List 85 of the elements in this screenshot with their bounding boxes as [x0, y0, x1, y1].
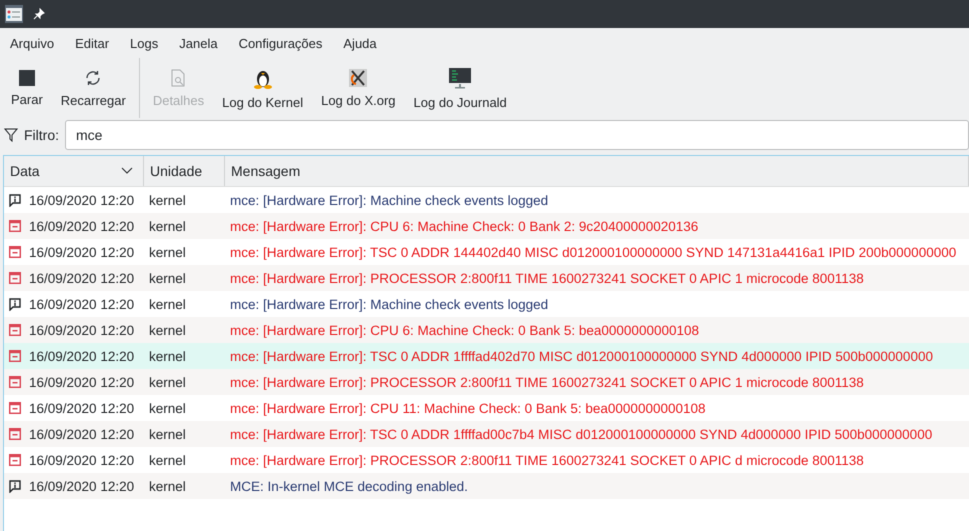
message-cell: mce: [Hardware Error]: PROCESSOR 2:800f11 TIME 1600273241 SOCKET 0 APIC 1 microcode 8001138: [230, 270, 864, 286]
filter-label: Filtro:: [24, 127, 59, 143]
message-cell: mce: [Hardware Error]: TSC 0 ADDR 1ffffad00c7b4 MISC d012000100000000 SYND 4d000000 IPID 500b000000000: [230, 426, 932, 442]
reload-icon: [84, 68, 102, 86]
error-icon: [9, 220, 21, 232]
toolbar-button[interactable]: Parar: [4, 58, 50, 118]
date-cell: 16/09/2020 12:20: [29, 374, 134, 390]
log-row[interactable]: 16/09/2020 12:20 kernel mce: [Hardware Error]: Machine check events logged: [4, 187, 969, 213]
message-cell: mce: [Hardware Error]: CPU 11: Machine Check: 0 Bank 5: bea0000000000108: [230, 400, 706, 416]
info-icon: [9, 194, 21, 206]
date-cell: 16/09/2020 12:20: [29, 478, 134, 494]
stop-icon: [18, 70, 35, 86]
date-cell: 16/09/2020 12:20: [29, 192, 134, 208]
message-cell: mce: [Hardware Error]: CPU 6: Machine Check: 0 Bank 5: bea0000000000108: [230, 322, 700, 338]
unit-cell: kernel: [149, 322, 186, 338]
unit-cell: kernel: [149, 478, 186, 494]
filter-icon: [4, 128, 18, 142]
info-icon: [9, 298, 21, 310]
info-icon: [9, 480, 21, 492]
menu-item[interactable]: Janela: [173, 36, 224, 50]
error-icon: [9, 428, 21, 440]
unit-cell: kernel: [149, 270, 186, 286]
column-header[interactable]: Mensagem: [225, 156, 969, 186]
date-cell: 16/09/2020 12:20: [29, 244, 134, 260]
date-cell: 16/09/2020 12:20: [29, 348, 134, 364]
log-row[interactable]: 16/09/2020 12:20 kernel mce: [Hardware Error]: TSC 0 ADDR 1ffffad00c7b4 MISC d012000100000000 SYND 4d000000 IPID 500b000000000: [4, 421, 969, 447]
unit-cell: kernel: [149, 296, 186, 312]
unit-cell: kernel: [149, 400, 186, 416]
menu-item[interactable]: Ajuda: [337, 36, 383, 50]
log-row[interactable]: 16/09/2020 12:20 kernel mce: [Hardware Error]: CPU 6: Machine Check: 0 Bank 2: 9c20400000020136: [4, 213, 969, 239]
date-cell: 16/09/2020 12:20: [29, 218, 134, 234]
log-row[interactable]: 16/09/2020 12:20 kernel mce: [Hardware Error]: PROCESSOR 2:800f11 TIME 1600273241 SOCKET 0 APIC d microcode 8001138: [4, 447, 969, 473]
error-icon: [9, 376, 21, 388]
x-logo-icon: [349, 68, 368, 86]
menu-item[interactable]: Editar: [69, 36, 116, 50]
toolbar-button[interactable]: Log do Journald: [406, 58, 514, 118]
column-header[interactable]: Unidade: [144, 156, 225, 186]
message-cell: MCE: In-kernel MCE decoding enabled.: [230, 478, 468, 494]
menu-item[interactable]: Configurações: [232, 36, 328, 50]
menu-item[interactable]: Logs: [124, 36, 164, 50]
toolbar-button[interactable]: Log do Kernel: [215, 58, 310, 118]
date-cell: 16/09/2020 12:20: [29, 322, 134, 338]
log-row[interactable]: 16/09/2020 12:20 kernel mce: [Hardware Error]: PROCESSOR 2:800f11 TIME 1600273241 SOCKET 0 APIC 1 microcode 8001138: [4, 369, 969, 395]
log-row[interactable]: 16/09/2020 12:20 kernel mce: [Hardware Error]: TSC 0 ADDR 144402d40 MISC d012000100000000 SYND 147131a4416a1 IPID 200b000000000: [4, 239, 969, 265]
log-row[interactable]: 16/09/2020 12:20 kernel mce: [Hardware Error]: CPU 6: Machine Check: 0 Bank 5: bea0000000000108: [4, 317, 969, 343]
date-cell: 16/09/2020 12:20: [29, 296, 134, 312]
date-cell: 16/09/2020 12:20: [29, 426, 134, 442]
message-cell: mce: [Hardware Error]: CPU 6: Machine Check: 0 Bank 2: 9c20400000020136: [230, 218, 698, 234]
unit-cell: kernel: [149, 452, 186, 468]
sort-icon: [121, 167, 133, 175]
log-row[interactable]: 16/09/2020 12:20 kernel mce: [Hardware Error]: CPU 11: Machine Check: 0 Bank 5: bea0000000000108: [4, 395, 969, 421]
unit-cell: kernel: [149, 348, 186, 364]
log-row[interactable]: 16/09/2020 12:20 kernel mce: [Hardware Error]: PROCESSOR 2:800f11 TIME 1600273241 SOCKET 0 APIC 1 microcode 8001138: [4, 265, 969, 291]
toolbar-button[interactable]: Log do X.org: [314, 58, 403, 118]
terminal-icon: [449, 66, 472, 88]
pin-icon[interactable]: [33, 8, 45, 20]
message-cell: mce: [Hardware Error]: Machine check events logged: [230, 296, 548, 312]
message-cell: mce: [Hardware Error]: TSC 0 ADDR 1ffffad402d70 MISC d012000100000000 SYND 4d000000 IPID 500b000000000: [230, 348, 933, 364]
column-header[interactable]: Data: [4, 156, 144, 186]
message-cell: mce: [Hardware Error]: PROCESSOR 2:800f11 TIME 1600273241 SOCKET 0 APIC 1 microcode 8001138: [230, 374, 864, 390]
unit-cell: kernel: [149, 244, 186, 260]
menu-item[interactable]: Arquivo: [4, 36, 60, 50]
date-cell: 16/09/2020 12:20: [29, 452, 134, 468]
error-icon: [9, 454, 21, 466]
error-icon: [9, 246, 21, 258]
unit-cell: kernel: [149, 218, 186, 234]
filter-field[interactable]: mce: [65, 120, 969, 150]
error-icon: [9, 402, 21, 414]
unit-cell: kernel: [149, 192, 186, 208]
log-row[interactable]: 16/09/2020 12:20 kernel mce: [Hardware Error]: TSC 0 ADDR 1ffffad402d70 MISC d012000100000000 SYND 4d000000 IPID 500b000000000: [4, 343, 969, 369]
message-cell: mce: [Hardware Error]: Machine check events logged: [230, 192, 548, 208]
error-icon: [9, 350, 21, 362]
log-row[interactable]: 16/09/2020 12:20 kernel MCE: In-kernel MCE decoding enabled.: [4, 473, 969, 499]
toolbar-button[interactable]: Recarregar: [54, 58, 133, 118]
app-icon: [5, 5, 23, 23]
message-cell: mce: [Hardware Error]: TSC 0 ADDR 144402d40 MISC d012000100000000 SYND 147131a4416a1 IPID 200b000000000: [230, 244, 956, 260]
unit-cell: kernel: [149, 374, 186, 390]
date-cell: 16/09/2020 12:20: [29, 270, 134, 286]
message-cell: mce: [Hardware Error]: PROCESSOR 2:800f11 TIME 1600273241 SOCKET 0 APIC d microcode 8001138: [230, 452, 864, 468]
date-cell: 16/09/2020 12:20: [29, 400, 134, 416]
document-search-icon: [171, 68, 186, 86]
log-row[interactable]: 16/09/2020 12:20 kernel mce: [Hardware Error]: Machine check events logged: [4, 291, 969, 317]
error-icon: [9, 272, 21, 284]
error-icon: [9, 324, 21, 336]
unit-cell: kernel: [149, 426, 186, 442]
